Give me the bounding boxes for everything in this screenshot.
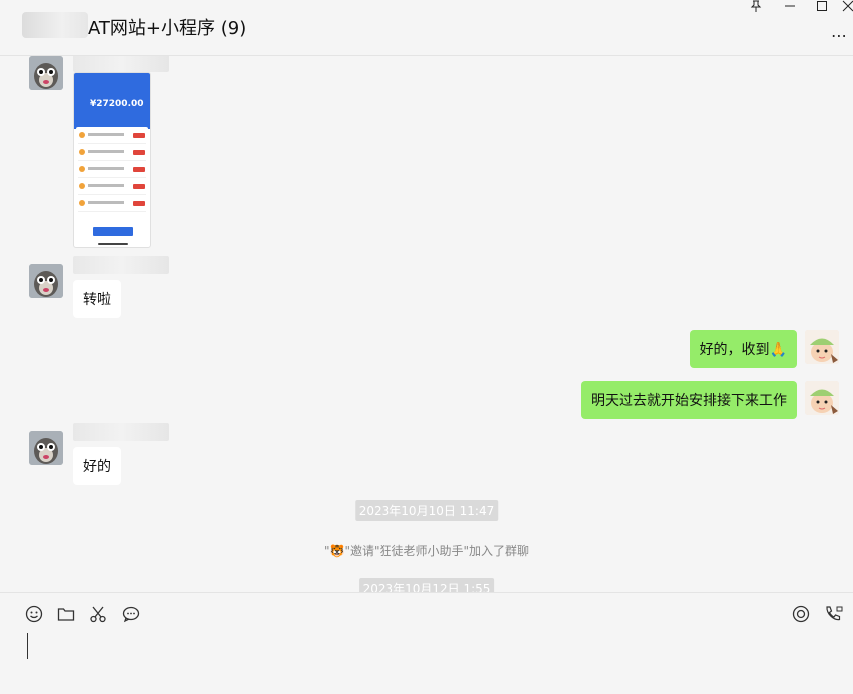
timestamp: 2023年10月12日 1:55	[358, 578, 495, 592]
phone-home-bar	[98, 243, 128, 245]
avatar[interactable]	[29, 264, 63, 298]
pin-icon[interactable]	[748, 0, 764, 14]
sender-nickname	[73, 423, 169, 441]
image-message[interactable]: ¥27200.00	[73, 72, 151, 248]
phone-confirm-button	[93, 227, 133, 236]
chat-message-list[interactable]: ¥27200.00 转啦 好的，收到🙏 明天过去就开始安排接下来工作 好的 20…	[0, 56, 853, 592]
sender-nickname	[73, 256, 169, 274]
folder-icon[interactable]	[55, 603, 77, 625]
avatar[interactable]	[29, 431, 63, 465]
text-caret	[27, 633, 28, 659]
live-icon[interactable]	[790, 603, 812, 625]
avatar-self[interactable]	[805, 381, 839, 415]
scissors-icon[interactable]	[87, 603, 109, 625]
minimize-button[interactable]	[782, 0, 798, 14]
sender-nickname	[73, 56, 169, 72]
phone-header: ¥27200.00	[74, 73, 150, 129]
message-text: 好的，收到	[699, 342, 770, 358]
emoji-icon: 🙏	[769, 342, 787, 358]
close-button[interactable]	[840, 0, 853, 14]
message-bubble[interactable]: 转啦	[73, 280, 121, 318]
avatar[interactable]	[29, 56, 63, 90]
call-icon[interactable]	[823, 603, 845, 625]
emoji-icon[interactable]	[23, 603, 45, 625]
message-bubble-self[interactable]: 明天过去就开始安排接下来工作	[581, 381, 797, 419]
phone-list-card	[76, 127, 148, 212]
title-bar: AT网站+小程序 (9) ⋯	[0, 0, 853, 56]
maximize-button[interactable]	[814, 0, 830, 14]
input-area[interactable]	[0, 592, 853, 694]
timestamp: 2023年10月10日 11:47	[354, 500, 499, 521]
more-options-icon[interactable]: ⋯	[831, 26, 847, 45]
chat-bubble-icon[interactable]	[120, 603, 142, 625]
message-bubble-self[interactable]: 好的，收到🙏	[689, 330, 797, 368]
chat-title: AT网站+小程序 (9)	[88, 18, 247, 39]
phone-amount: ¥27200.00	[90, 99, 144, 109]
system-message: "🐯"邀请"狂徒老师小助手"加入了群聊	[323, 544, 530, 558]
title-redacted	[22, 12, 88, 38]
avatar-self[interactable]	[805, 330, 839, 364]
message-bubble[interactable]: 好的	[73, 447, 121, 485]
